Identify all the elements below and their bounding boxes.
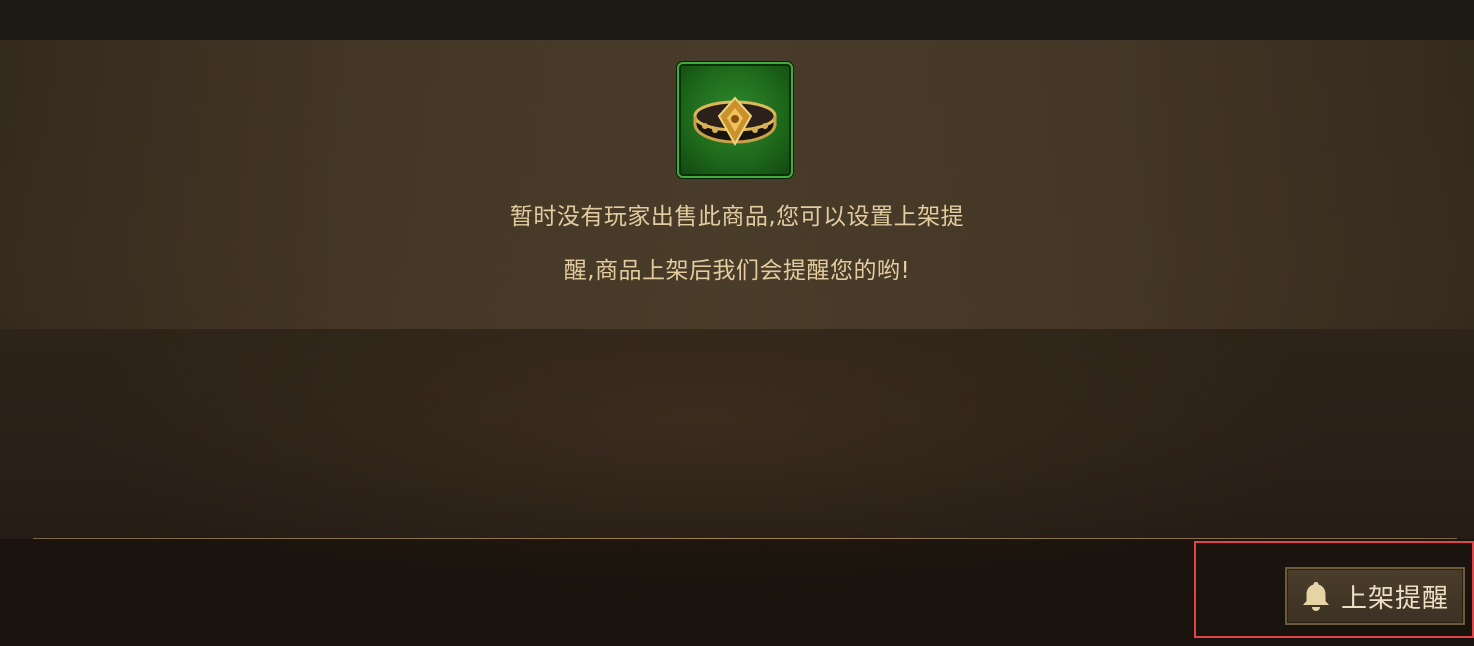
remind-button-label: 上架提醒 [1340,583,1449,614]
divider [33,538,1457,539]
item-slot[interactable] [677,62,793,178]
listing-reminder-button[interactable]: 上架提醒 [1285,567,1465,625]
bell-icon [1302,582,1329,611]
message-line-2: 醒,商品上架后我们会提醒您的哟! [563,258,911,284]
no-seller-message: 暂时没有玩家出售此商品,您可以设置上架提 醒,商品上架后我们会提醒您的哟! [437,190,1037,298]
top-strip [0,0,1474,40]
belt-icon [693,96,777,147]
message-line-1: 暂时没有玩家出售此商品,您可以设置上架提 [509,204,965,230]
